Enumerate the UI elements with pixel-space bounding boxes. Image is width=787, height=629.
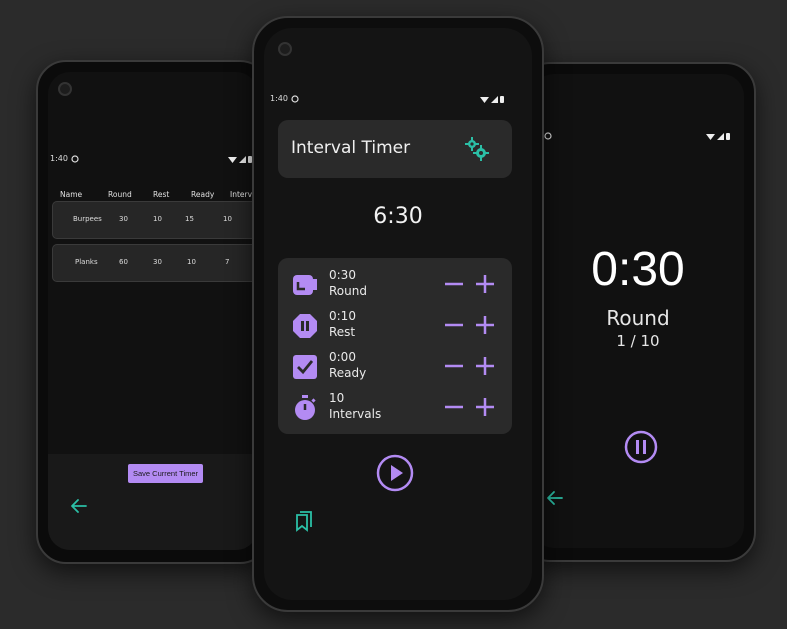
timer-setup-screen: 1:40 Interval Timer 6:30 0:30 Round 0:10…	[264, 28, 532, 600]
row-name: Burpees	[73, 215, 102, 223]
back-button[interactable]	[546, 490, 564, 509]
rest-increase-button[interactable]	[475, 315, 495, 335]
ready-increase-button[interactable]	[475, 356, 495, 376]
status-bar: 1:40	[50, 154, 79, 163]
arrow-back-icon	[547, 491, 563, 505]
intervals-decrease-button[interactable]	[444, 397, 464, 417]
round-icon	[293, 275, 317, 295]
setting-rest: 0:10 Rest	[278, 305, 512, 345]
battery-icon	[500, 96, 504, 103]
row-round: 30	[119, 215, 128, 223]
title-card: Interval Timer	[278, 120, 512, 178]
col-header-round: Round	[108, 190, 132, 199]
round-increase-button[interactable]	[475, 274, 495, 294]
timer-settings-card: 0:30 Round 0:10 Rest 0:00 Ready 10 Inter…	[278, 258, 512, 434]
status-bar: 1:40	[270, 94, 299, 103]
row-intervals: 10	[223, 215, 232, 223]
rest-label: Rest	[329, 325, 356, 339]
plus-icon	[476, 398, 494, 416]
interval-progress: 1 / 10	[616, 332, 660, 350]
battery-icon	[726, 133, 730, 140]
round-decrease-button[interactable]	[444, 274, 464, 294]
ready-decrease-button[interactable]	[444, 356, 464, 376]
setting-intervals: 10 Intervals	[278, 387, 512, 427]
col-header-name: Name	[60, 190, 83, 199]
current-phase-label: Round	[606, 306, 670, 330]
plus-icon	[476, 275, 494, 293]
minus-icon	[445, 282, 463, 286]
pause-icon	[624, 430, 658, 464]
ready-label: Ready	[329, 366, 367, 380]
round-label: Round	[329, 284, 367, 298]
minus-icon	[445, 364, 463, 368]
app-title: Interval Timer	[291, 138, 411, 158]
ready-value: 0:00	[329, 350, 356, 364]
current-interval-time: 0:30	[591, 243, 685, 296]
phone-saved-timers: 1:40 Name Round Rest Ready Interva Burpe…	[36, 60, 270, 564]
pause-octagon-icon	[293, 314, 317, 338]
sync-icon	[544, 132, 552, 140]
round-value: 0:30	[329, 268, 356, 282]
play-icon	[376, 454, 414, 492]
status-icons	[706, 133, 730, 140]
row-rest: 10	[153, 215, 162, 223]
rest-value: 0:10	[329, 309, 356, 323]
intervals-value: 10	[329, 391, 345, 405]
settings-button[interactable]	[464, 136, 490, 165]
back-button[interactable]	[70, 498, 88, 517]
row-rest: 30	[153, 258, 162, 266]
rest-decrease-button[interactable]	[444, 315, 464, 335]
status-time: 1:40	[50, 154, 68, 163]
total-workout-time: 6:30	[373, 204, 423, 229]
phone-running-timer: 0:30 Round 1 / 10	[520, 62, 756, 562]
wifi-icon	[228, 157, 237, 163]
status-icons	[480, 96, 504, 103]
col-header-rest: Rest	[153, 190, 170, 199]
signal-icon	[717, 133, 724, 140]
signal-icon	[239, 156, 246, 163]
col-header-ready: Ready	[191, 190, 215, 199]
row-name: Planks	[75, 258, 98, 266]
timer-row-burpees[interactable]: Burpees 30 10 15 10	[52, 201, 258, 239]
saved-timers-screen: 1:40 Name Round Rest Ready Interva Burpe…	[48, 72, 258, 550]
intervals-label: Intervals	[329, 407, 382, 421]
row-ready: 10	[187, 258, 196, 266]
checkbox-icon	[293, 355, 317, 379]
pause-button[interactable]	[624, 430, 658, 467]
camera-hole	[58, 82, 72, 96]
camera-hole	[278, 42, 292, 56]
setting-round: 0:30 Round	[278, 264, 512, 304]
signal-icon	[491, 96, 498, 103]
stopwatch-icon	[295, 395, 316, 420]
status-bar	[544, 132, 552, 140]
plus-icon	[476, 357, 494, 375]
setting-ready: 0:00 Ready	[278, 346, 512, 386]
row-ready: 15	[185, 215, 194, 223]
plus-icon	[476, 316, 494, 334]
timer-row-planks[interactable]: Planks 60 30 10 7	[52, 244, 258, 282]
sync-icon	[71, 154, 79, 163]
saved-timers-button[interactable]	[294, 510, 314, 535]
bookmarks-icon	[296, 511, 312, 532]
row-intervals: 7	[225, 258, 230, 266]
status-icons	[228, 156, 252, 163]
start-button[interactable]	[376, 454, 414, 495]
gears-icon	[465, 137, 489, 161]
row-round: 60	[119, 258, 128, 266]
status-time: 1:40	[270, 94, 288, 103]
save-current-timer-button[interactable]: Save Current Timer	[128, 464, 204, 483]
wifi-icon	[480, 97, 489, 103]
minus-icon	[445, 323, 463, 327]
sync-icon	[291, 94, 299, 103]
running-timer-screen: 0:30 Round 1 / 10	[532, 74, 744, 548]
minus-icon	[445, 405, 463, 409]
wifi-icon	[706, 134, 715, 140]
intervals-increase-button[interactable]	[475, 397, 495, 417]
arrow-back-icon	[71, 499, 87, 513]
phone-timer-setup: 1:40 Interval Timer 6:30 0:30 Round 0:10…	[252, 16, 544, 612]
